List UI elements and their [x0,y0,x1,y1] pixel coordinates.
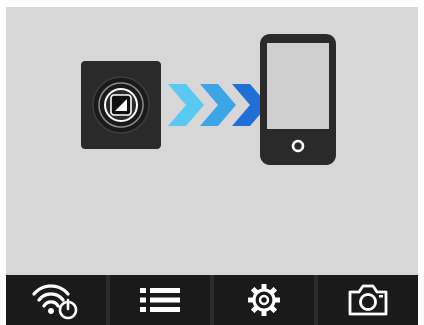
camera-connect-screen [0,0,424,325]
action-camera-icon [81,61,161,149]
settings-gear-icon [248,284,280,316]
transfer-arrows-icon [168,84,268,126]
file-list-button[interactable] [110,275,210,325]
smartphone-icon [260,34,336,165]
wifi-power-button[interactable] [6,275,106,325]
settings-button[interactable] [214,275,314,325]
bottom-toolbar [6,275,418,325]
list-icon [140,288,180,312]
camera-mode-button[interactable] [318,275,418,325]
camera-icon [348,284,388,316]
wifi-power-icon [32,284,78,320]
connection-illustration-area [6,7,418,275]
connection-illustration [81,34,336,165]
